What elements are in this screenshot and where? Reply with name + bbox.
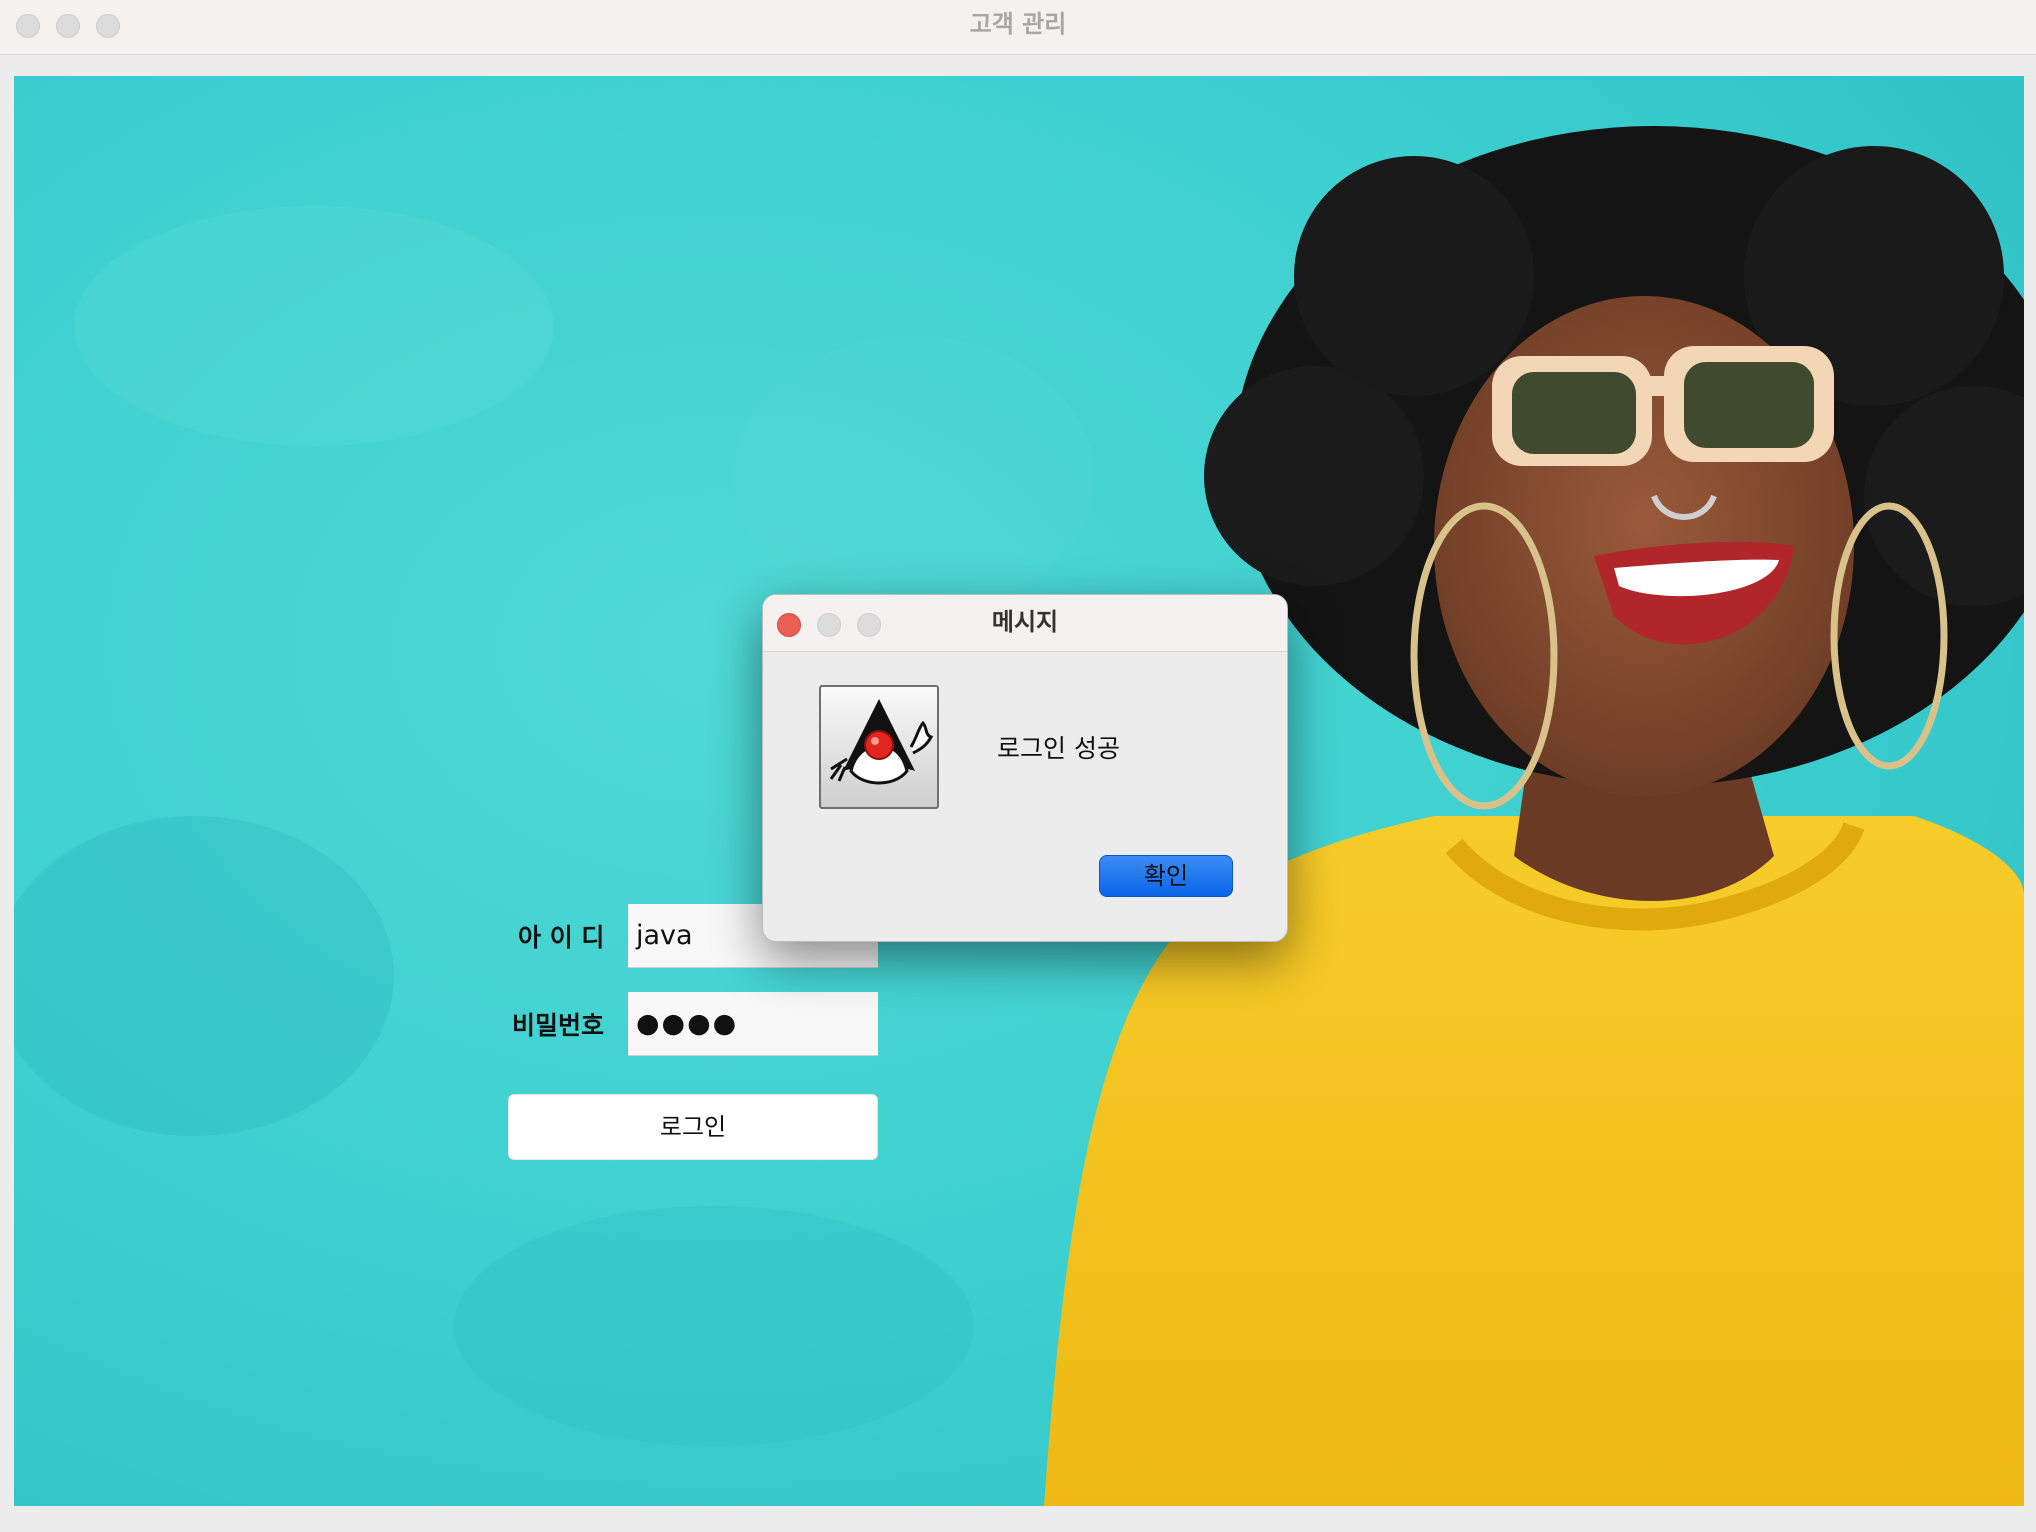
message-dialog: 메시지 로그인 성공 확인 [762,594,1288,942]
window-titlebar: 고객 관리 [0,0,2036,55]
login-button[interactable]: 로그인 [508,1094,878,1160]
ok-button[interactable]: 확인 [1099,855,1233,897]
dialog-titlebar: 메시지 [763,595,1287,652]
dialog-title: 메시지 [991,608,1059,636]
main-window: 고객 관리 아 이 디 java 비밀번호 ●●●● 로그인 메시지 로그인 성… [0,0,2036,1532]
password-label: 비밀번호 [512,1011,605,1040]
window-title: 고객 관리 [969,10,1067,38]
java-duke-icon [819,685,939,809]
dialog-message: 로그인 성공 [997,734,1120,763]
id-label: 아 이 디 [518,923,605,952]
password-input[interactable]: ●●●● [628,992,878,1056]
